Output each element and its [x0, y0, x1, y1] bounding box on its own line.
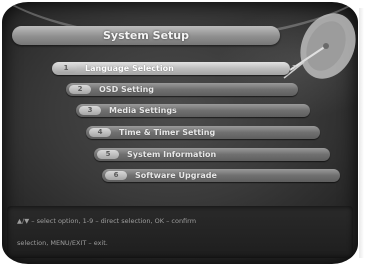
menu-item-number: 6 [105, 171, 127, 180]
menu-item-time-timer-setting[interactable]: 4 Time & Timer Setting [86, 126, 320, 139]
help-text-line-2: selection, MENU/EXIT – exit. [17, 239, 108, 247]
menu-item-label: Time & Timer Setting [119, 128, 216, 137]
menu-item-software-upgrade[interactable]: 6 Software Upgrade [102, 169, 340, 182]
menu-item-label: Software Upgrade [135, 171, 217, 180]
menu-item-number: 1 [55, 64, 77, 73]
bezel-edge [359, 8, 364, 258]
menu-item-label: OSD Setting [99, 85, 154, 94]
menu-item-osd-setting[interactable]: 2 OSD Setting [66, 83, 298, 96]
osd-frame: System Setup 1 Language Selection ? 2 OS… [2, 2, 358, 264]
satellite-dish-icon [283, 13, 356, 79]
menu-item-number: 4 [89, 128, 111, 137]
menu-item-label: Media Settings [109, 106, 177, 115]
menu-item-number: 2 [69, 85, 91, 94]
menu-pointer-icon: ? [292, 64, 297, 73]
menu-item-label: System Information [127, 150, 217, 159]
tv-screen: System Setup 1 Language Selection ? 2 OS… [0, 0, 366, 275]
menu-item-language-selection[interactable]: 1 Language Selection [52, 62, 290, 75]
menu-item-label: Language Selection [85, 64, 174, 73]
menu-item-media-settings[interactable]: 3 Media Settings [76, 104, 310, 117]
menu-item-system-information[interactable]: 5 System Information [94, 148, 330, 161]
page-title: System Setup [12, 26, 280, 45]
menu-item-number: 3 [79, 106, 101, 115]
help-panel: ▲/▼ – select option, 1-9 – direct select… [7, 206, 353, 258]
menu-item-number: 5 [97, 150, 119, 159]
help-text-line-1: ▲/▼ – select option, 1-9 – direct select… [17, 217, 197, 225]
